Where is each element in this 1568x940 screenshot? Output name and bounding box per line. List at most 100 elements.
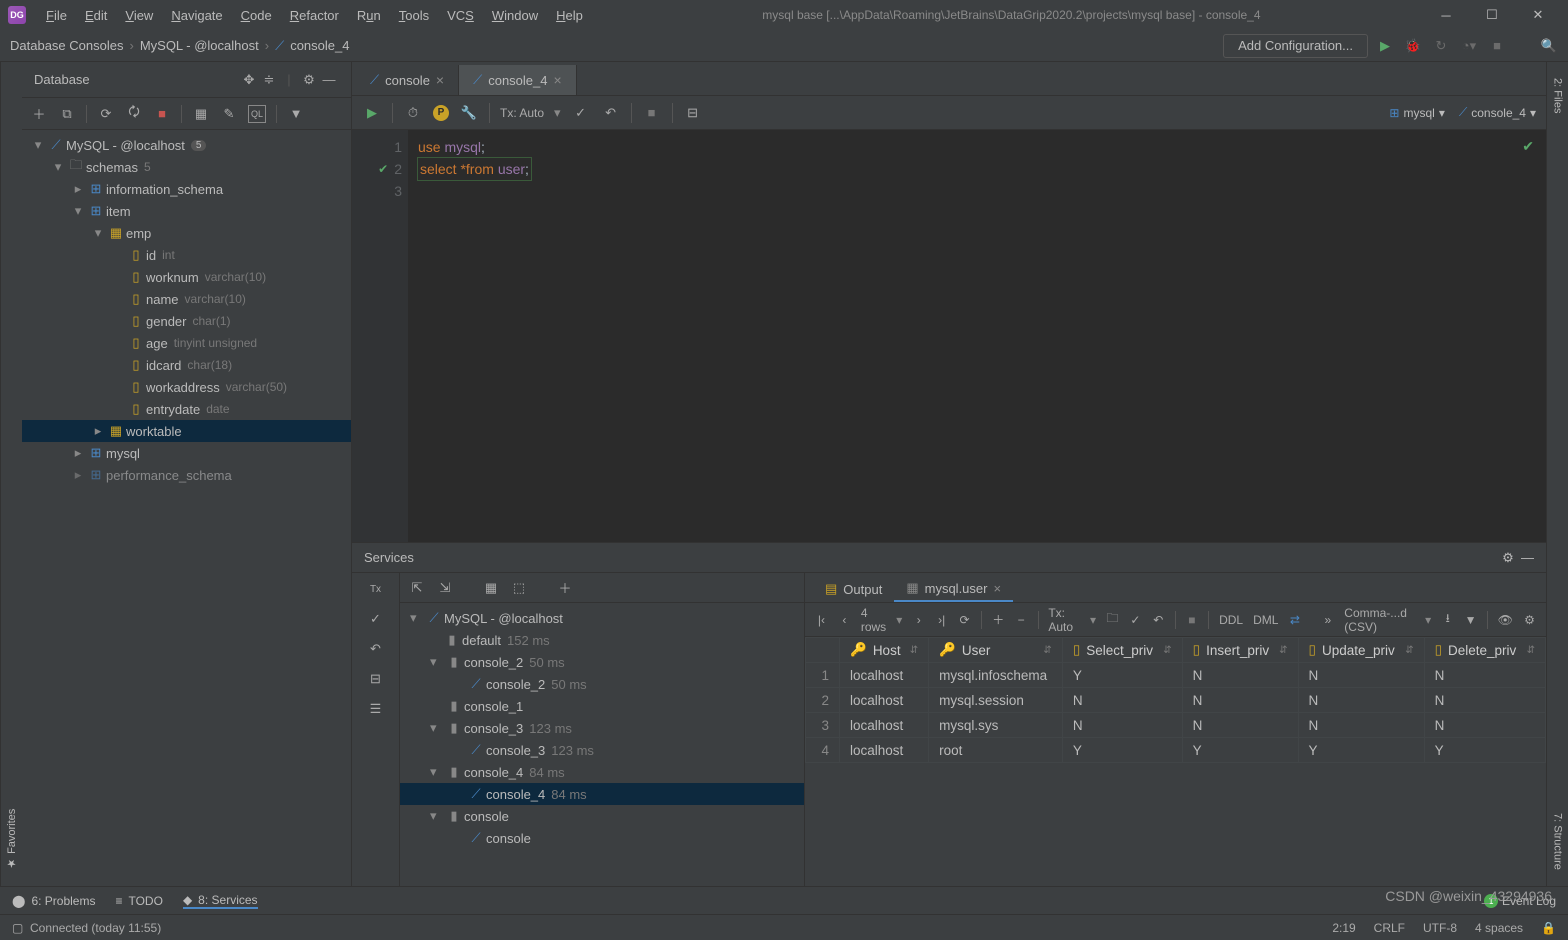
svc-console-group[interactable]: ▾▮console_3123 ms <box>400 717 804 739</box>
result-grid[interactable]: 🔑Host⇵🔑User⇵▯Select_priv⇵▯Insert_priv⇵▯U… <box>805 637 1546 886</box>
svc-console-group[interactable]: ▮console_1 <box>400 695 804 717</box>
crumb-0[interactable]: Database Consoles <box>10 38 123 53</box>
filter-icon[interactable]: ▼ <box>287 105 305 123</box>
cell[interactable]: mysql.infoschema <box>929 663 1063 688</box>
reload-icon[interactable]: ⟳ <box>958 613 971 627</box>
sync-icon[interactable]: 🗘 <box>125 105 143 123</box>
rows-count[interactable]: 4 rows <box>861 606 886 634</box>
svc-console-group[interactable]: ▾▮console_484 ms <box>400 761 804 783</box>
menu-code[interactable]: Code <box>233 4 280 27</box>
encoding[interactable]: UTF-8 <box>1423 921 1457 935</box>
event-log[interactable]: 1Event Log <box>1484 894 1556 908</box>
ddl-button[interactable]: DDL <box>1219 613 1243 627</box>
line-sep[interactable]: CRLF <box>1374 921 1405 935</box>
gear-icon[interactable]: ⚙ <box>1502 550 1514 566</box>
tab-console-4[interactable]: ⟋ console_4 × <box>459 65 577 95</box>
tx-mode[interactable]: Tx: Auto <box>500 106 544 120</box>
code-editor[interactable]: 1 ✔2 3 use mysql; select *from user; ✔ <box>352 130 1546 542</box>
sort-icon[interactable]: ⇵ <box>1043 645 1051 656</box>
add-icon[interactable]: ＋ <box>30 105 48 123</box>
add-icon[interactable]: ＋ <box>556 578 574 597</box>
cell[interactable]: N <box>1298 663 1424 688</box>
sort-icon[interactable]: ⇵ <box>1405 645 1413 656</box>
window-icon[interactable]: ▢ <box>12 921 23 935</box>
svc-default[interactable]: ▮default152 ms <box>400 629 804 651</box>
tab-todo[interactable]: ≡TODO <box>115 894 162 908</box>
crumb-2[interactable]: console_4 <box>290 38 349 53</box>
show-icon[interactable]: ⬚ <box>510 580 528 596</box>
tree-column[interactable]: ▯namevarchar(10) <box>22 288 351 310</box>
menu-edit[interactable]: Edit <box>77 4 115 27</box>
cell[interactable]: Y <box>1182 738 1298 763</box>
tree-schema-information[interactable]: ▸ ⊞ information_schema <box>22 178 351 200</box>
export-format[interactable]: Comma-...d (CSV) <box>1344 606 1415 634</box>
target-icon[interactable]: ✥ <box>239 72 259 88</box>
last-page-icon[interactable]: ›| <box>935 613 948 627</box>
context-console[interactable]: ⟋console_4 ▾ <box>1459 105 1536 120</box>
cell[interactable]: N <box>1298 713 1424 738</box>
tree-column[interactable]: ▯agetinyint unsigned <box>22 332 351 354</box>
tx-icon[interactable]: Tx <box>366 579 386 599</box>
tree-column[interactable]: ▯idcardchar(18) <box>22 354 351 376</box>
rail-favorites[interactable]: ★ Favorites <box>3 803 20 876</box>
svc-console-group[interactable]: ▾▮console <box>400 805 804 827</box>
upload-icon[interactable]: ▼ <box>1464 613 1477 627</box>
grid-icon[interactable]: ▦ <box>482 580 500 596</box>
menu-file[interactable]: File <box>38 4 75 27</box>
svc-console[interactable]: ⟋console_3123 ms <box>400 739 804 761</box>
menu-help[interactable]: Help <box>548 4 591 27</box>
remove-row-icon[interactable]: − <box>1015 613 1028 627</box>
coverage-icon[interactable]: ◔▾ <box>1460 38 1478 54</box>
add-configuration-button[interactable]: Add Configuration... <box>1223 34 1368 58</box>
col-header[interactable]: ▯Select_priv⇵ <box>1062 638 1182 663</box>
layout-icon[interactable]: ☰ <box>366 699 386 719</box>
cell[interactable]: mysql.sys <box>929 713 1063 738</box>
cell[interactable]: Y <box>1062 738 1182 763</box>
gear-icon[interactable]: ⚙ <box>1523 613 1536 627</box>
next-page-icon[interactable]: › <box>912 613 925 627</box>
menu-view[interactable]: View <box>117 4 161 27</box>
tree-column[interactable]: ▯entrydatedate <box>22 398 351 420</box>
cell[interactable]: N <box>1298 688 1424 713</box>
cell[interactable]: Y <box>1298 738 1424 763</box>
cell[interactable]: N <box>1062 688 1182 713</box>
run-icon[interactable]: ▶ <box>362 105 382 121</box>
download-icon[interactable]: ⭳ <box>1441 609 1454 630</box>
gear-icon[interactable]: ⚙ <box>299 72 319 88</box>
cell[interactable]: N <box>1182 663 1298 688</box>
tree-table-emp[interactable]: ▾ ▦ emp <box>22 222 351 244</box>
stop-icon[interactable]: ■ <box>1185 613 1198 627</box>
menu-tools[interactable]: Tools <box>391 4 437 27</box>
dml-button[interactable]: DML <box>1253 613 1278 627</box>
refresh-icon[interactable]: ⟳ <box>97 105 115 123</box>
cell[interactable]: root <box>929 738 1063 763</box>
options-icon[interactable]: ⊟ <box>683 105 703 121</box>
rail-files[interactable]: 2: Files <box>1550 72 1566 119</box>
tree-schema-mysql[interactable]: ▸ ⊞ mysql <box>22 442 351 464</box>
tab-mysql-user[interactable]: ▦mysql.user× <box>894 576 1013 602</box>
cell[interactable]: N <box>1424 663 1545 688</box>
more-icon[interactable]: » <box>1321 613 1334 627</box>
svc-datasource[interactable]: ▾⟋MySQL - @localhost <box>400 607 804 629</box>
close-icon[interactable]: × <box>436 72 444 88</box>
stop-icon[interactable]: ■ <box>153 105 171 123</box>
rollback-icon[interactable]: ↶ <box>601 105 621 121</box>
minimize-panel-icon[interactable]: — <box>319 72 339 87</box>
cell[interactable]: localhost <box>840 663 929 688</box>
cell[interactable]: Y <box>1424 738 1545 763</box>
table-row[interactable]: 1localhostmysql.infoschemaYNNN <box>806 663 1546 688</box>
tab-services[interactable]: ◆8: Services <box>183 893 258 909</box>
caret-position[interactable]: 2:19 <box>1332 921 1355 935</box>
menu-navigate[interactable]: Navigate <box>163 4 230 27</box>
svc-console[interactable]: ⟋console_250 ms <box>400 673 804 695</box>
svc-console-group[interactable]: ▾▮console_250 ms <box>400 651 804 673</box>
disconnect-icon[interactable]: ⊟ <box>366 669 386 689</box>
edit-icon[interactable]: ✎ <box>220 105 238 123</box>
expand-icon[interactable]: ⇱ <box>408 580 426 596</box>
sort-icon[interactable]: ⇵ <box>1279 645 1287 656</box>
table-icon[interactable]: ▦ <box>192 105 210 123</box>
compare-icon[interactable]: ⇄ <box>1288 613 1301 627</box>
tx-mode[interactable]: Tx: Auto <box>1048 606 1080 634</box>
table-row[interactable]: 4localhostrootYYYY <box>806 738 1546 763</box>
col-header[interactable]: 🔑User⇵ <box>929 638 1063 663</box>
